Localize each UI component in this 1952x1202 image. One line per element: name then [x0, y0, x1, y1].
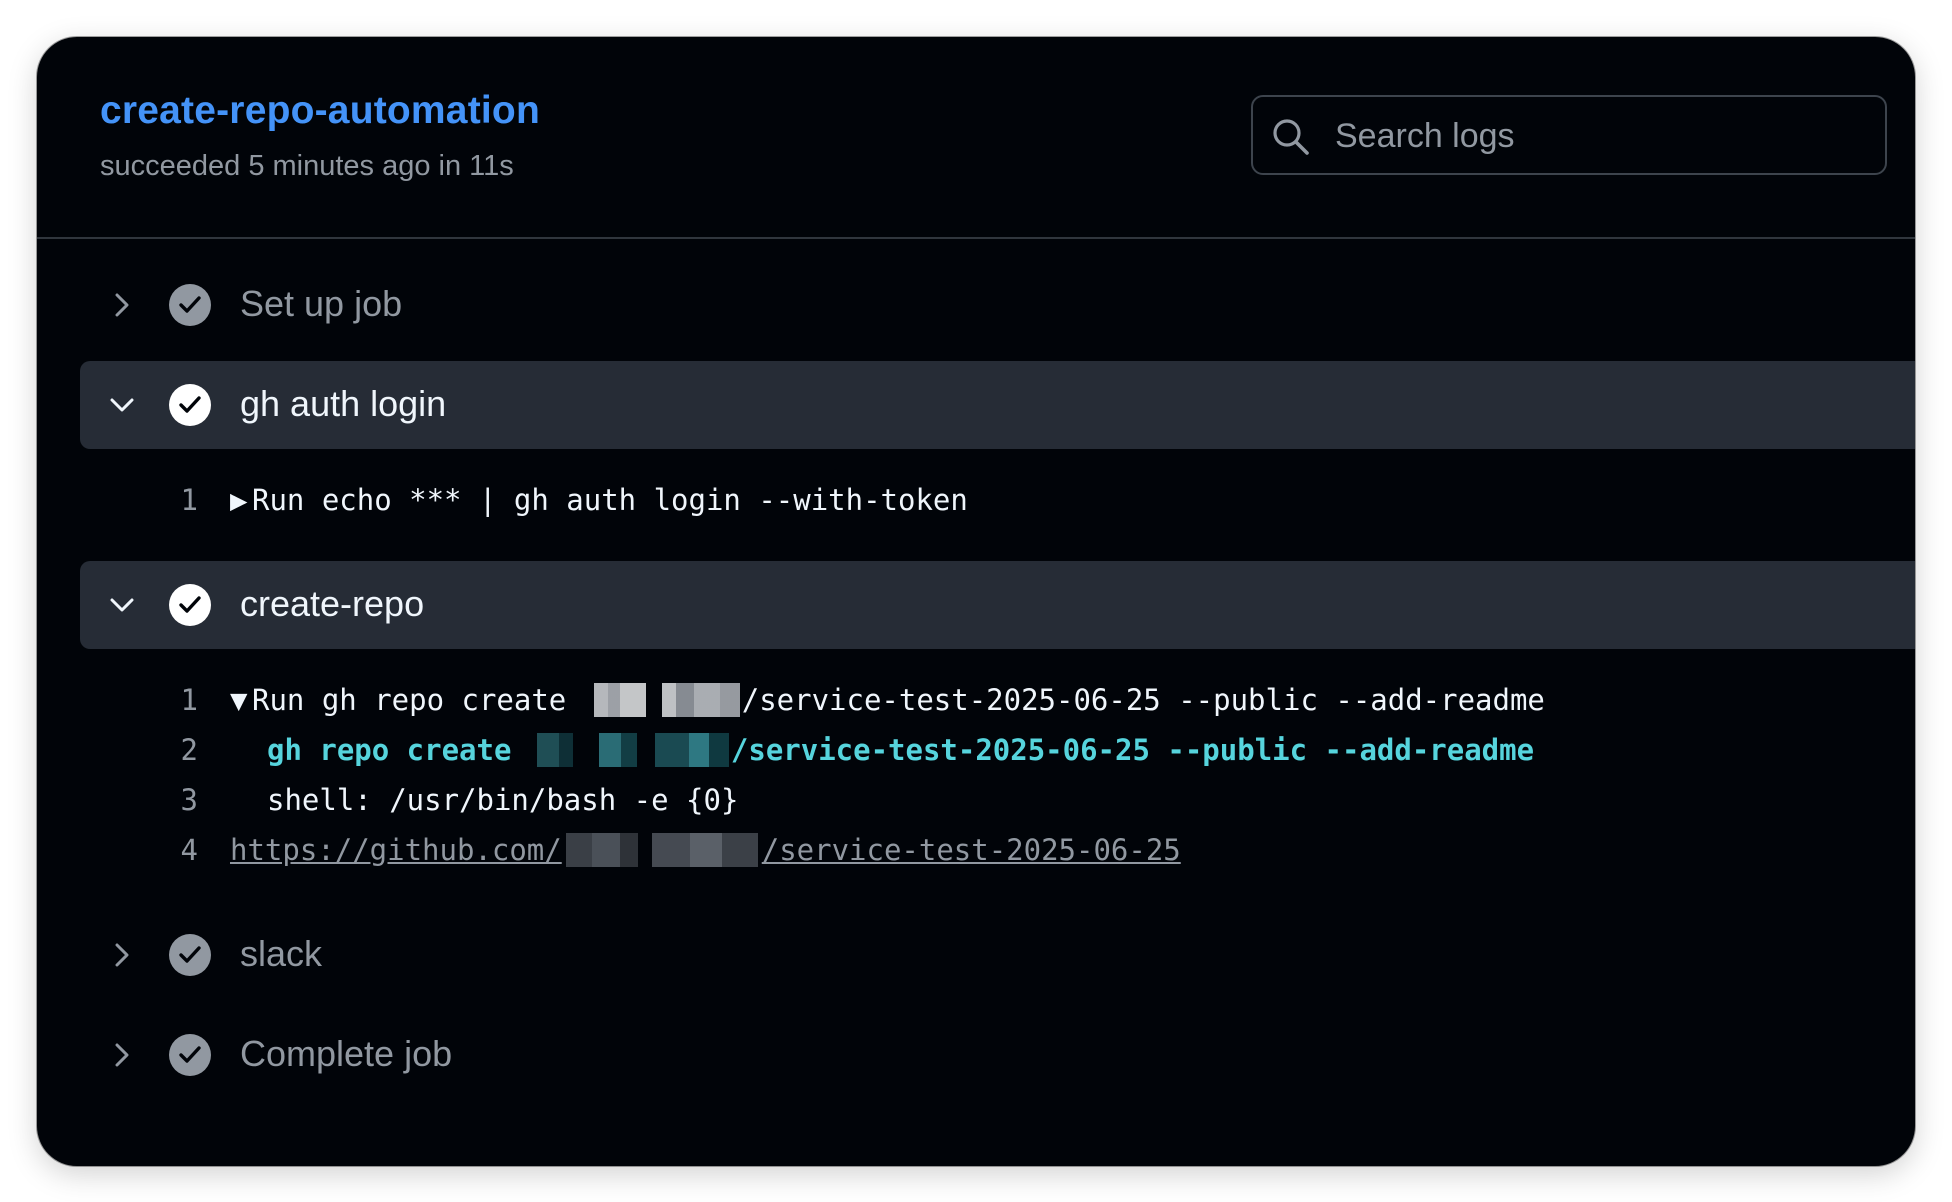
log-text: gh repo create	[267, 733, 529, 767]
step-label: Complete job	[240, 1033, 453, 1074]
log-line: 1 ▼ Run gh repo create /service-test-2025…	[80, 677, 1880, 727]
log-line: 4 https://github.com/ /service-test-2025-…	[80, 827, 1880, 877]
repo-link[interactable]: https://github.com/ /service-test-2025-06…	[230, 833, 1181, 867]
chevron-down-icon[interactable]	[104, 387, 140, 423]
job-header: create-repo-automation succeeded 5 minut…	[37, 37, 1915, 239]
log-text: /service-test-2025-06-25 --public --add-…	[741, 683, 1545, 717]
workflow-log-panel: create-repo-automation succeeded 5 minut…	[37, 37, 1915, 1166]
chevron-down-icon[interactable]	[104, 587, 140, 623]
search-logs-input[interactable]	[1333, 97, 1867, 175]
link-text[interactable]: https://github.com/	[230, 833, 562, 867]
step-create-repo[interactable]: create-repo	[80, 561, 1915, 649]
chevron-right-icon[interactable]	[104, 287, 140, 323]
check-circle-icon	[169, 384, 211, 426]
log-line: 2 gh repo create /service-test-2025-06-2…	[80, 727, 1880, 777]
step-slack[interactable]: slack	[80, 911, 1915, 999]
step-label: slack	[240, 933, 323, 974]
log-command: gh repo create /service-test-2025-06-25 …	[267, 733, 1534, 767]
redacted-text	[583, 683, 742, 717]
triangle-right-icon[interactable]: ▶	[230, 483, 252, 517]
search-icon	[1273, 119, 1309, 155]
step-set-up-job[interactable]: Set up job	[80, 261, 1915, 349]
log-text: /service-test-2025-06-25 --public --add-…	[730, 733, 1535, 767]
log-text: Run gh repo create	[252, 683, 584, 717]
job-status: succeeded 5 minutes ago in 11s	[100, 150, 514, 182]
chevron-right-icon[interactable]	[104, 1037, 140, 1073]
line-number[interactable]: 1	[158, 483, 198, 517]
triangle-down-icon[interactable]: ▼	[230, 683, 252, 717]
job-title[interactable]: create-repo-automation	[100, 89, 540, 133]
step-gh-auth-login[interactable]: gh auth login	[80, 361, 1915, 449]
line-number[interactable]: 2	[158, 733, 198, 767]
log-text: shell: /usr/bin/bash -e {0}	[267, 783, 739, 817]
log-group[interactable]: ▶ Run echo *** | gh auth login --with-tok…	[230, 483, 968, 517]
chevron-right-icon[interactable]	[104, 937, 140, 973]
check-circle-icon	[169, 584, 211, 626]
search-box[interactable]	[1251, 95, 1887, 175]
log-text: Run echo *** | gh auth login --with-toke…	[252, 483, 968, 517]
link-text[interactable]: /service-test-2025-06-25	[762, 833, 1181, 867]
log-line: 1 ▶ Run echo *** | gh auth login --with-t…	[80, 477, 1880, 527]
line-number[interactable]: 1	[158, 683, 198, 717]
line-number[interactable]: 3	[158, 783, 198, 817]
step-label: gh auth login	[240, 383, 447, 424]
check-circle-icon	[169, 1034, 211, 1076]
step-label: Set up job	[240, 283, 403, 324]
line-number[interactable]: 4	[158, 833, 198, 867]
log-group[interactable]: ▼ Run gh repo create /service-test-2025-0…	[230, 683, 1545, 717]
redacted-text	[561, 833, 762, 867]
step-label: create-repo	[240, 583, 425, 624]
check-circle-icon	[169, 284, 211, 326]
check-circle-icon	[169, 934, 211, 976]
redacted-text	[528, 733, 731, 767]
step-complete-job[interactable]: Complete job	[80, 1011, 1915, 1099]
log-line: 3 shell: /usr/bin/bash -e {0}	[80, 777, 1880, 827]
